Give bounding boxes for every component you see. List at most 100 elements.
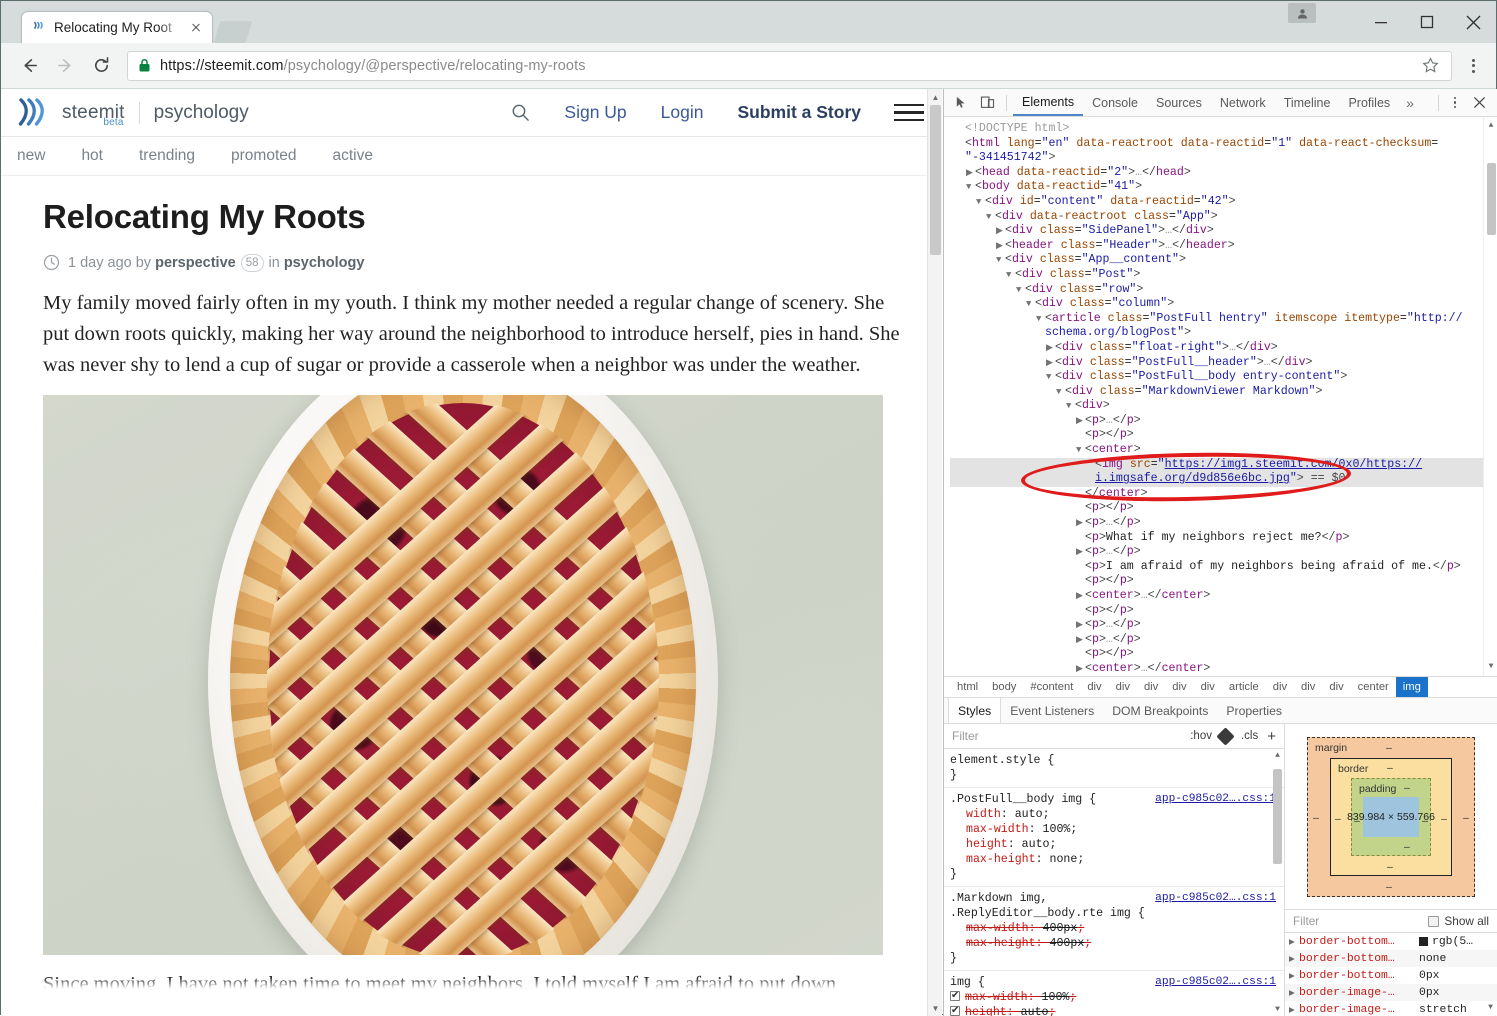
dom-node-line[interactable]: <img src="https://img1.steemit.com/0x0/h… — [950, 457, 1497, 473]
tab-console[interactable]: Console — [1083, 89, 1147, 116]
disclosure-triangle-icon[interactable] — [1076, 414, 1085, 429]
css-declaration[interactable]: max-height: 400px; — [950, 936, 1278, 951]
dom-node-line[interactable]: <div class="App__content"> — [950, 253, 1497, 268]
dom-scroll-down-icon[interactable]: ▼ — [1484, 660, 1497, 674]
breadcrumb-item[interactable]: div — [1137, 677, 1165, 697]
disclosure-triangle-icon[interactable]: ▶ — [1289, 1005, 1299, 1015]
disclosure-triangle-icon[interactable]: ▶ — [1289, 971, 1299, 981]
scroll-up-icon[interactable]: ▲ — [928, 89, 942, 105]
color-scheme-icon[interactable] — [1216, 726, 1235, 746]
dom-node-line[interactable]: <div class="PostFull__header">…</div> — [950, 356, 1497, 371]
tab-sources[interactable]: Sources — [1147, 89, 1211, 116]
post-image[interactable] — [43, 395, 883, 956]
breadcrumb-item[interactable]: #content — [1023, 677, 1080, 697]
tab-styles[interactable]: Styles — [948, 698, 1002, 723]
dom-node-line[interactable]: <p></p> — [950, 428, 1497, 443]
border-bottom-value[interactable]: – — [1387, 861, 1393, 873]
dom-node-line[interactable]: <head data-reactid="2">…</head> — [950, 166, 1497, 181]
tab-network[interactable]: Network — [1211, 89, 1275, 116]
rule-source-link[interactable]: app-c985c02….css:1 — [1155, 975, 1276, 990]
category-label[interactable]: psychology — [154, 102, 249, 124]
disclosure-triangle-icon[interactable] — [1046, 356, 1055, 371]
disclosure-triangle-icon[interactable]: ▶ — [1289, 988, 1299, 998]
dom-node-line[interactable]: <div class="PostFull__body entry-content… — [950, 370, 1497, 385]
breadcrumb-item[interactable]: body — [985, 677, 1023, 697]
tab-event-listeners[interactable]: Event Listeners — [1001, 698, 1103, 723]
dom-node-line[interactable]: <p></p> — [950, 604, 1497, 619]
dom-node-line[interactable]: <p>…</p> — [950, 633, 1497, 648]
breadcrumb-item[interactable]: div — [1080, 677, 1108, 697]
hov-toggle[interactable]: :hov — [1190, 730, 1212, 742]
css-declaration[interactable]: max-height: none; — [950, 852, 1278, 867]
devtools-close-icon[interactable] — [1465, 90, 1493, 116]
chrome-menu-icon[interactable] — [1460, 51, 1486, 81]
dom-node-line[interactable]: <header class="Header">…</header> — [950, 239, 1497, 254]
css-declaration[interactable]: max-width: 400px; — [950, 921, 1278, 936]
reload-button[interactable] — [83, 48, 119, 84]
menu-icon[interactable] — [894, 103, 924, 122]
margin-right-value[interactable]: – — [1463, 812, 1469, 824]
dom-node-line[interactable]: <html lang="en" data-reactroot data-reac… — [950, 137, 1497, 152]
styles-scrollbar-thumb[interactable] — [1273, 769, 1282, 864]
dom-tree[interactable]: <!DOCTYPE html> <html lang="en" data-reac… — [944, 117, 1497, 676]
dom-node-line[interactable]: "-341451742"> — [950, 151, 1497, 166]
submit-story-link[interactable]: Submit a Story — [721, 102, 879, 123]
style-rule[interactable]: app-c985c02….css:1 .PostFull__body img {w… — [944, 788, 1284, 887]
dom-node-line[interactable]: <div class="float-right">…</div> — [950, 341, 1497, 356]
disclosure-triangle-icon[interactable] — [1046, 370, 1055, 385]
dom-node-line[interactable]: <div class="column"> — [950, 297, 1497, 312]
computed-scroll-down-icon[interactable]: ▼ — [1484, 1001, 1497, 1014]
styles-scroll-up-icon[interactable]: ▲ — [1271, 749, 1284, 762]
disclosure-triangle-icon[interactable]: ▶ — [1289, 954, 1299, 964]
dom-scrollbar-thumb[interactable] — [1487, 163, 1496, 235]
scroll-down-icon[interactable]: ▼ — [928, 1000, 942, 1016]
inspect-element-icon[interactable] — [948, 90, 974, 116]
disclosure-triangle-icon[interactable] — [996, 239, 1005, 254]
margin-left-value[interactable]: – — [1313, 812, 1319, 824]
computed-property-row[interactable]: ▶ border-bottom… none — [1285, 950, 1497, 967]
subnav-promoted[interactable]: promoted — [231, 147, 318, 165]
login-link[interactable]: Login — [644, 102, 721, 123]
margin-bottom-value[interactable]: – — [1386, 881, 1392, 893]
dom-node-line[interactable]: <p></p> — [950, 501, 1497, 516]
styles-scroll-down-icon[interactable]: ▼ — [1271, 1003, 1284, 1016]
dom-node-line[interactable]: <p></p> — [950, 647, 1497, 662]
box-model-content-size[interactable]: 839.984 × 559.766 — [1347, 796, 1435, 837]
cls-toggle[interactable]: .cls — [1241, 730, 1258, 742]
dom-scroll-up-icon[interactable]: ▲ — [1484, 119, 1497, 133]
dom-node-line[interactable]: <p>…</p> — [950, 618, 1497, 633]
bookmark-star-icon[interactable] — [1419, 55, 1441, 77]
breadcrumb-item[interactable]: div — [1322, 677, 1350, 697]
close-window-button[interactable] — [1450, 7, 1496, 37]
disclosure-triangle-icon[interactable] — [996, 253, 1005, 268]
computed-property-row[interactable]: ▶ border-image-… 0px — [1285, 984, 1497, 1001]
declaration-checkbox[interactable] — [950, 989, 960, 1004]
dom-node-line[interactable]: <p></p> — [950, 574, 1497, 589]
border-right-value[interactable]: – — [1441, 813, 1447, 825]
dom-node-line[interactable]: <center>…</center> — [950, 589, 1497, 604]
disclosure-triangle-icon[interactable] — [966, 180, 975, 195]
css-declaration[interactable]: height: auto; — [950, 837, 1278, 852]
disclosure-triangle-icon[interactable] — [1076, 545, 1085, 560]
border-top-value[interactable]: – — [1387, 762, 1393, 774]
dom-node-line[interactable]: <div class="MarkdownViewer Markdown"> — [950, 385, 1497, 400]
search-icon[interactable] — [503, 96, 537, 130]
disclosure-triangle-icon[interactable] — [1066, 399, 1075, 414]
dom-node-line[interactable]: <p>I am afraid of my neighbors being afr… — [950, 560, 1497, 575]
computed-property-row[interactable]: ▶ border-bottom… 0px — [1285, 967, 1497, 984]
disclosure-triangle-icon[interactable] — [1076, 589, 1085, 604]
disclosure-triangle-icon[interactable] — [976, 195, 985, 210]
breadcrumb-item[interactable]: div — [1194, 677, 1222, 697]
dom-node-line[interactable]: <div class="SidePanel">…</div> — [950, 224, 1497, 239]
tab-properties[interactable]: Properties — [1217, 698, 1291, 723]
new-style-rule-button[interactable]: + — [1267, 729, 1276, 744]
computed-property-row[interactable]: ▶ border-bottom… rgb(5… — [1285, 933, 1497, 950]
style-rule[interactable]: element.style {} — [944, 749, 1284, 788]
post-tag[interactable]: psychology — [284, 255, 365, 271]
dom-tree-scrollbar[interactable]: ▲ ▼ — [1483, 117, 1497, 676]
rule-source-link[interactable]: app-c985c02….css:1 — [1155, 891, 1276, 906]
back-button[interactable] — [11, 48, 47, 84]
show-all-toggle[interactable]: Show all — [1428, 914, 1489, 928]
tab-profiles[interactable]: Profiles — [1339, 89, 1399, 116]
dom-node-line[interactable]: <div> — [950, 399, 1497, 414]
